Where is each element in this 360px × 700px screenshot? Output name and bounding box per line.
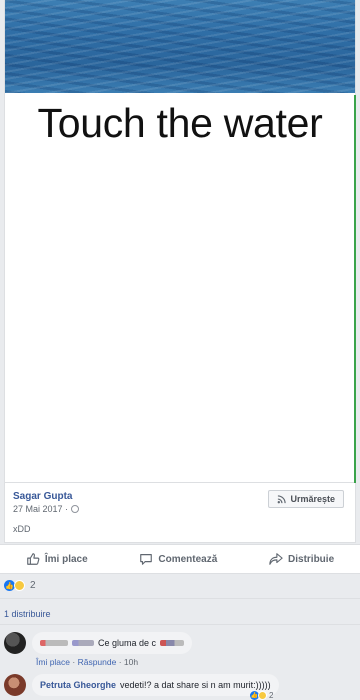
action-bar: Îmi place Comentează Distribuie (0, 544, 360, 574)
share-button[interactable]: Distribuie (269, 552, 334, 566)
avatar[interactable] (4, 632, 26, 654)
follow-label: Urmărește (290, 494, 335, 504)
sad-reaction-icon (14, 580, 25, 591)
reaction-count: 2 (30, 580, 36, 591)
comment-item: Petruta Gheorghe vedeti!? a dat share si… (4, 674, 279, 696)
rss-icon (278, 494, 287, 503)
comment-text: Ce gluma de c (98, 638, 157, 648)
post-author[interactable]: Sagar Gupta (13, 491, 72, 502)
blurred-text (160, 640, 185, 646)
image-text: Touch the water (37, 100, 323, 146)
comment-meta: Îmi place · Răspunde · 10h (36, 657, 139, 667)
avatar[interactable] (4, 674, 26, 696)
post-caption: xDD (13, 524, 31, 534)
share-arrow-icon (269, 553, 283, 565)
follow-button[interactable]: Urmărește (268, 490, 344, 508)
comment-author[interactable]: Petruta Gheorghe (40, 680, 116, 690)
comment-label: Comentează (158, 553, 218, 565)
like-button[interactable]: Îmi place (26, 552, 88, 566)
divider (0, 624, 360, 625)
comment-button[interactable]: Comentează (139, 552, 217, 566)
blurred-name (72, 640, 94, 646)
comment-item: Ce gluma de c (4, 632, 193, 654)
sad-reaction-icon (258, 691, 267, 700)
comment-like-link[interactable]: Îmi place (36, 657, 70, 667)
like-label: Îmi place (44, 553, 88, 565)
post-image[interactable]: Touch the water (4, 0, 356, 483)
post-info: Sagar Gupta 27 Mai 2017 · xDD Urmărește (4, 483, 356, 543)
post-date[interactable]: 27 Mai 2017 · (13, 504, 68, 514)
post-date-line: 27 Mai 2017 · (13, 504, 80, 514)
share-label: Distribuie (288, 553, 335, 565)
thumbs-up-icon (27, 553, 40, 565)
comment-text: vedeti!? a dat share si n am murit:))))) (120, 680, 271, 690)
divider (0, 598, 360, 599)
blurred-name (40, 640, 68, 646)
comment-reply-link[interactable]: Răspunde (78, 657, 117, 667)
image-edge (354, 95, 356, 483)
comment-bubble: Petruta Gheorghe vedeti!? a dat share si… (32, 674, 279, 696)
comment-bubble: Ce gluma de c (32, 632, 193, 654)
comment-time: 10h (123, 657, 139, 667)
comment-reactions[interactable]: 👍 2 (250, 691, 273, 700)
reactions-summary[interactable]: 👍 2 (4, 580, 36, 591)
water-photo (5, 0, 355, 93)
comment-reaction-count: 2 (269, 691, 274, 700)
speech-bubble-icon (140, 554, 153, 565)
globe-icon (71, 505, 80, 513)
shares-count[interactable]: 1 distribuire (4, 609, 51, 619)
